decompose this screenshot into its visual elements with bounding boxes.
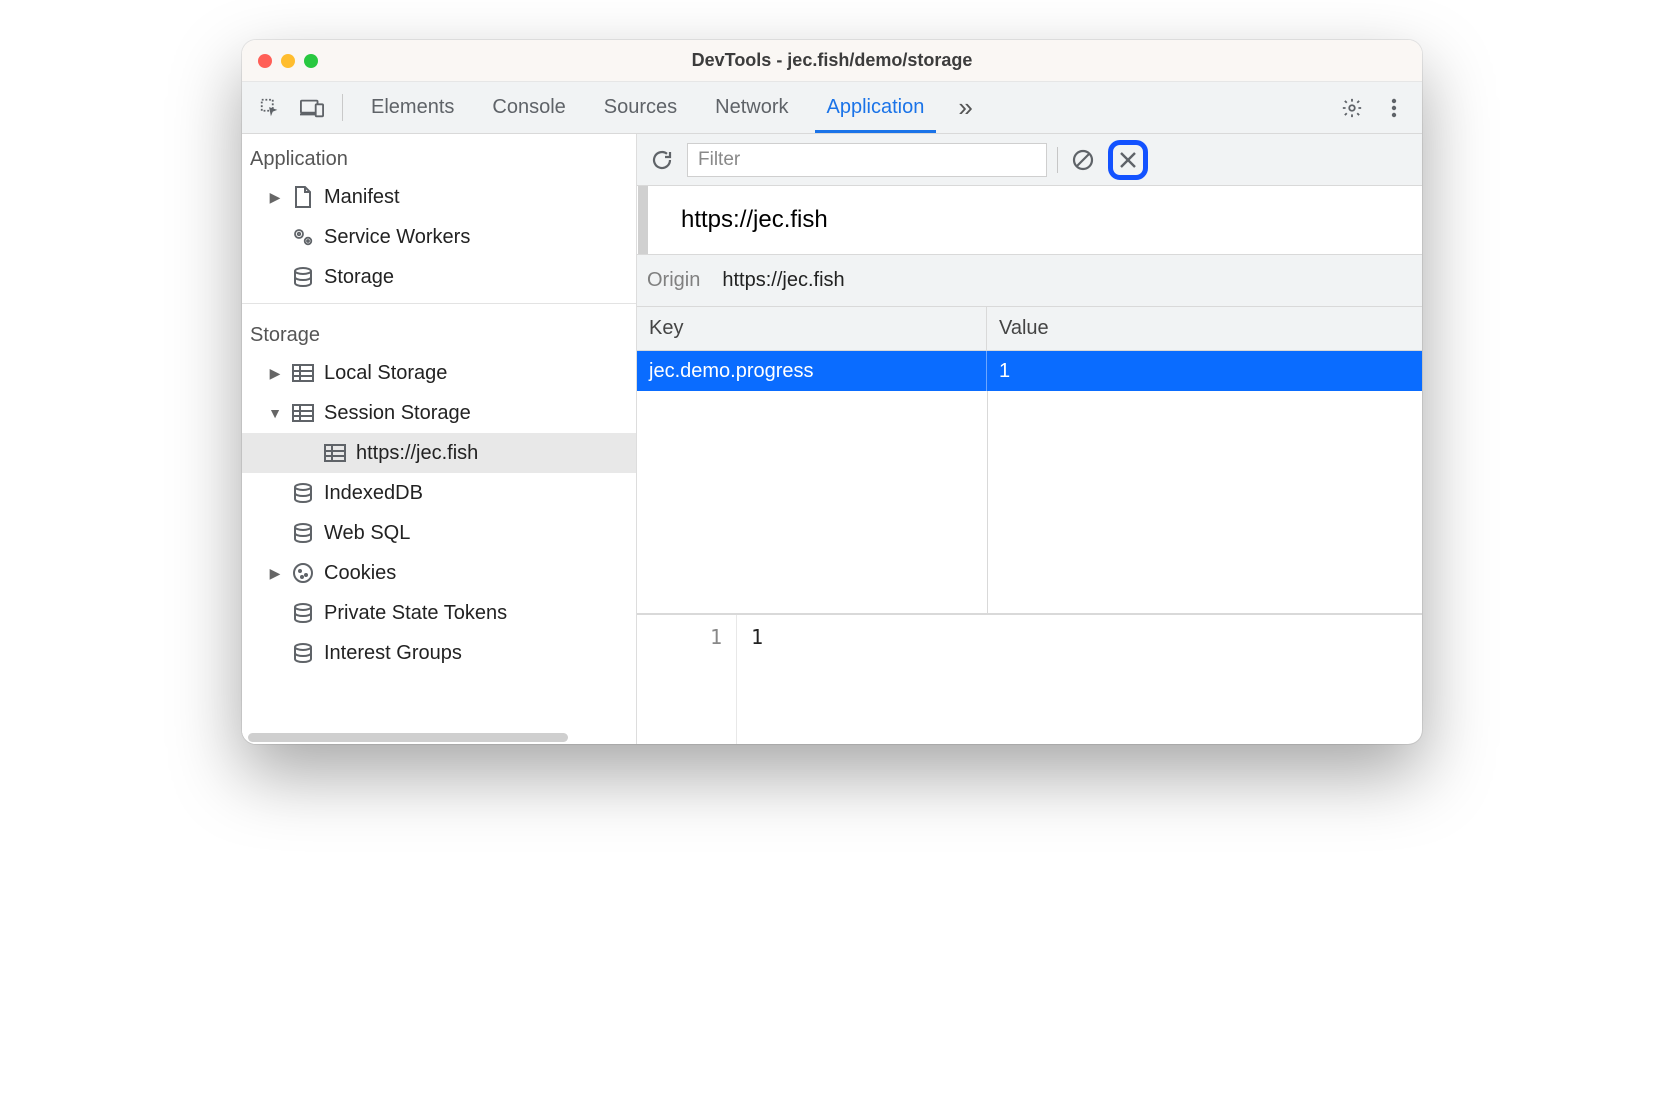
toolbar-separator — [1057, 147, 1058, 173]
panel-body: Application ▶ Manifest Service Workers — [242, 134, 1422, 744]
close-window-button[interactable] — [258, 54, 272, 68]
sidebar-item-web-sql[interactable]: Web SQL — [242, 513, 636, 553]
sidebar-item-label: Cookies — [324, 562, 396, 585]
database-icon — [290, 480, 316, 506]
delete-selected-highlight — [1108, 140, 1148, 180]
tab-console[interactable]: Console — [474, 82, 583, 133]
sidebar-item-label: Session Storage — [324, 402, 471, 425]
sidebar-item-manifest[interactable]: ▶ Manifest — [242, 177, 636, 217]
devtools-tabbar: Elements Console Sources Network Applica… — [242, 82, 1422, 134]
cell-key[interactable]: jec.demo.progress — [637, 351, 987, 391]
toolbar-separator — [342, 94, 343, 121]
application-sidebar: Application ▶ Manifest Service Workers — [242, 134, 637, 744]
sidebar-item-label: Service Workers — [324, 226, 470, 249]
preview-content: 1 — [737, 615, 777, 744]
clear-all-icon[interactable] — [1068, 145, 1098, 175]
origin-heading: https://jec.fish — [637, 186, 1422, 255]
sidebar-item-label: Private State Tokens — [324, 602, 507, 625]
sidebar-item-session-storage[interactable]: ▼ Session Storage — [242, 393, 636, 433]
storage-table: Key Value jec.demo.progress 1 — [637, 307, 1422, 614]
table-row[interactable]: jec.demo.progress 1 — [637, 351, 1422, 391]
devtools-window: DevTools - jec.fish/demo/storage Element… — [242, 40, 1422, 744]
zoom-window-button[interactable] — [304, 54, 318, 68]
database-icon — [290, 520, 316, 546]
sidebar-item-session-storage-origin[interactable]: https://jec.fish — [242, 433, 636, 473]
origin-value: https://jec.fish — [722, 269, 844, 292]
table-header: Key Value — [637, 307, 1422, 351]
collapse-arrow-icon: ▼ — [268, 405, 282, 421]
sidebar-item-label: Interest Groups — [324, 642, 462, 665]
column-header-value[interactable]: Value — [987, 307, 1422, 350]
window-controls — [242, 54, 318, 68]
sidebar-item-storage[interactable]: Storage — [242, 257, 636, 297]
scrollbar-thumb[interactable] — [248, 733, 568, 742]
sidebar-item-label: Storage — [324, 266, 394, 289]
sidebar-item-label: Manifest — [324, 186, 400, 209]
sidebar-item-label: https://jec.fish — [356, 442, 478, 465]
sidebar-item-local-storage[interactable]: ▶ Local Storage — [242, 353, 636, 393]
storage-toolbar — [637, 134, 1422, 186]
sidebar-horizontal-scrollbar[interactable] — [242, 730, 636, 744]
section-storage-label: Storage — [242, 310, 636, 353]
inspect-element-icon[interactable] — [250, 82, 290, 133]
sidebar-item-label: Web SQL — [324, 522, 410, 545]
sidebar-item-service-workers[interactable]: Service Workers — [242, 217, 636, 257]
more-tabs-icon[interactable]: » — [944, 82, 986, 133]
refresh-icon[interactable] — [647, 145, 677, 175]
database-icon — [290, 264, 316, 290]
sidebar-item-indexeddb[interactable]: IndexedDB — [242, 473, 636, 513]
sidebar-item-interest-groups[interactable]: Interest Groups — [242, 633, 636, 673]
gears-icon — [290, 224, 316, 250]
expand-arrow-icon: ▶ — [268, 365, 282, 382]
tab-network[interactable]: Network — [697, 82, 806, 133]
sidebar-item-cookies[interactable]: ▶ Cookies — [242, 553, 636, 593]
table-body: jec.demo.progress 1 — [637, 351, 1422, 614]
cookie-icon — [290, 560, 316, 586]
file-icon — [290, 184, 316, 210]
expand-arrow-icon: ▶ — [268, 565, 282, 582]
titlebar: DevTools - jec.fish/demo/storage — [242, 40, 1422, 82]
sidebar-item-label: IndexedDB — [324, 482, 423, 505]
device-toolbar-icon[interactable] — [292, 82, 332, 133]
filter-input[interactable] — [687, 143, 1047, 177]
cell-value[interactable]: 1 — [987, 351, 1422, 391]
tab-application[interactable]: Application — [809, 82, 943, 133]
table-icon — [290, 400, 316, 426]
origin-label: Origin — [647, 269, 700, 292]
column-header-key[interactable]: Key — [637, 307, 987, 350]
expand-arrow-icon: ▶ — [268, 189, 282, 206]
database-icon — [290, 600, 316, 626]
section-application-label: Application — [242, 134, 636, 177]
window-title: DevTools - jec.fish/demo/storage — [692, 50, 973, 71]
tab-sources[interactable]: Sources — [586, 82, 695, 133]
database-icon — [290, 640, 316, 666]
kebab-menu-icon[interactable] — [1374, 82, 1414, 133]
sidebar-item-private-state-tokens[interactable]: Private State Tokens — [242, 593, 636, 633]
preview-line-number: 1 — [637, 615, 737, 744]
table-icon — [322, 440, 348, 466]
sidebar-item-label: Local Storage — [324, 362, 447, 385]
minimize-window-button[interactable] — [281, 54, 295, 68]
sidebar-divider — [242, 303, 636, 304]
table-icon — [290, 360, 316, 386]
tab-elements[interactable]: Elements — [353, 82, 472, 133]
settings-icon[interactable] — [1332, 82, 1372, 133]
storage-main-pane: https://jec.fish Origin https://jec.fish… — [637, 134, 1422, 744]
origin-row: Origin https://jec.fish — [637, 255, 1422, 307]
value-preview: 1 1 — [637, 614, 1422, 744]
delete-selected-icon[interactable] — [1115, 147, 1141, 173]
table-empty-area[interactable] — [637, 391, 1422, 613]
